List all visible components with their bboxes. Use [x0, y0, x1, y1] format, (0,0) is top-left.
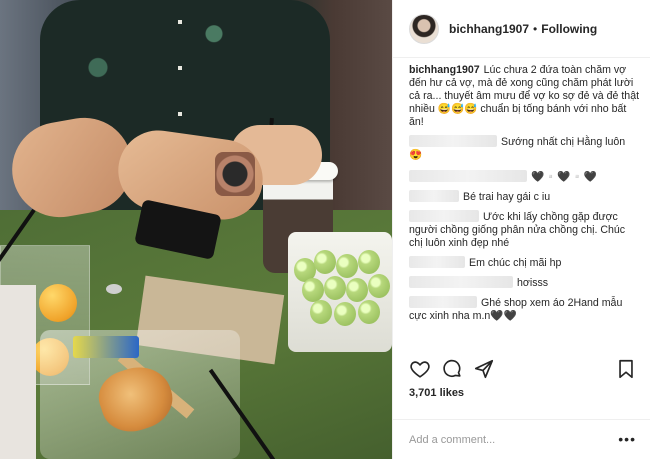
photo-grape [346, 278, 368, 302]
comment-item: hơisss [409, 276, 641, 290]
photo-grape [358, 300, 380, 324]
header-separator: • [533, 21, 538, 36]
post-actions [409, 358, 639, 382]
comment-item: Bé trai hay gái c iu [409, 190, 641, 204]
bookmark-icon[interactable] [615, 358, 637, 380]
comment-item: Ghé shop xem áo 2Hand mẫu cực xinh nha m… [409, 296, 641, 323]
comments-list: bichhang1907 Lúc chưa 2 đứa toàn chăm vợ … [393, 64, 650, 354]
photo-mug [0, 285, 36, 459]
post-header: bichhang1907 • Following [393, 0, 650, 58]
header-username[interactable]: bichhang1907 [449, 22, 529, 36]
photo-coin [106, 284, 122, 294]
like-count[interactable]: 3,701 likes [409, 387, 464, 399]
comment-text: Em chúc chị mãi hp [469, 257, 562, 269]
comment-item: Sướng nhất chị Hằng luôn 😍 [409, 135, 641, 162]
comment-text: Bé trai hay gái c iu [463, 191, 551, 203]
comment-icon[interactable] [441, 358, 463, 380]
photo-grape [336, 254, 358, 278]
photo-grape [302, 278, 324, 302]
photo-grape [334, 302, 356, 326]
photo-grape [314, 250, 336, 274]
blurred-username [409, 276, 513, 288]
comment-item: 🖤▫️🖤▫️🖤 [409, 170, 641, 184]
blurred-username [409, 296, 477, 308]
avatar[interactable] [409, 13, 439, 44]
more-options-button[interactable]: ••• [618, 431, 636, 447]
photo-butter-pack [73, 336, 139, 358]
blurred-username [409, 210, 479, 222]
comment-text: 🖤▫️🖤▫️🖤 [531, 171, 597, 183]
photo-grape-tray [288, 232, 392, 352]
blurred-username [409, 256, 465, 268]
post-photo[interactable] [0, 0, 392, 459]
heart-icon[interactable] [409, 358, 431, 380]
share-icon[interactable] [473, 358, 495, 380]
blurred-username [409, 190, 459, 202]
post-caption: bichhang1907 Lúc chưa 2 đứa toàn chăm vợ … [409, 64, 641, 129]
divider [393, 419, 650, 420]
following-button[interactable]: Following [541, 22, 597, 36]
blurred-username [409, 170, 527, 182]
photo-grape [358, 250, 380, 274]
photo-grape [310, 300, 332, 324]
comment-item: Ước khi lấy chồng gặp được người chồng g… [409, 210, 641, 250]
photo-grape [324, 276, 346, 300]
add-comment-input[interactable]: Add a comment... [409, 434, 495, 446]
post-panel: bichhang1907 • Following bichhang1907 Lúc… [392, 0, 650, 459]
photo-watch [215, 152, 255, 196]
caption-username[interactable]: bichhang1907 [409, 64, 480, 76]
comment-item: Em chúc chị mãi hp [409, 256, 641, 270]
comment-text: hơisss [517, 277, 549, 289]
photo-orange [39, 284, 77, 322]
blurred-username [409, 135, 497, 147]
photo-grape [368, 274, 390, 298]
